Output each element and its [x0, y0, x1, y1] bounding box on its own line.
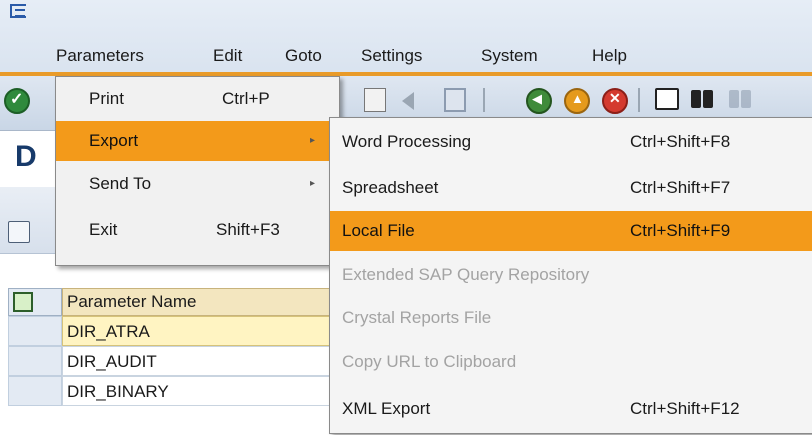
menu-item-spreadsheet[interactable]: Spreadsheet Ctrl+Shift+F7: [330, 168, 812, 208]
back-icon[interactable]: [526, 88, 552, 114]
menu-help[interactable]: Help: [592, 46, 627, 66]
collapse-arrow-icon[interactable]: [402, 92, 414, 110]
menu-item-shortcut: Shift+F3: [216, 220, 280, 239]
save-icon[interactable]: [444, 88, 466, 112]
menu-item-shortcut: Ctrl+Shift+F8: [630, 132, 731, 151]
menu-item-send-to[interactable]: Send To ▸: [56, 164, 339, 204]
print-icon[interactable]: [655, 88, 679, 110]
submenu-arrow-icon: ▸: [310, 135, 316, 146]
menu-item-label: Local File: [342, 221, 415, 240]
menu-item-copy-url-to-clipboard: Copy URL to Clipboard: [330, 342, 812, 382]
command-field-icon[interactable]: [364, 88, 386, 112]
parameters-menu: Print Ctrl+P Export ▸ Send To ▸ Exit Shi…: [55, 76, 340, 266]
menu-item-print[interactable]: Print Ctrl+P: [56, 79, 339, 119]
menu-item-label: Exit: [89, 220, 118, 239]
select-all-icon[interactable]: [13, 292, 33, 312]
row-selector[interactable]: [8, 346, 62, 376]
menu-item-extended-sap-query-repository: Extended SAP Query Repository: [330, 255, 812, 295]
menu-item-xml-export[interactable]: XML Export Ctrl+Shift+F12: [330, 389, 812, 429]
menu-settings[interactable]: Settings: [361, 46, 422, 66]
toolbar-separator: [483, 88, 485, 112]
menu-item-export[interactable]: Export ▸: [56, 121, 339, 161]
menu-item-label: Spreadsheet: [342, 178, 439, 197]
app-toolbar-button[interactable]: [8, 221, 30, 243]
row-selector[interactable]: [8, 376, 62, 406]
page-title: D: [15, 140, 37, 173]
menu-item-crystal-reports-file: Crystal Reports File: [330, 298, 812, 338]
column-header-parameter-name[interactable]: Parameter Name: [62, 288, 348, 316]
menu-item-shortcut: Ctrl+Shift+F7: [630, 178, 731, 197]
find-next-icon[interactable]: [728, 88, 754, 112]
cancel-icon[interactable]: [602, 88, 628, 114]
exit-icon[interactable]: [564, 88, 590, 114]
export-submenu: Word Processing Ctrl+Shift+F8 Spreadshee…: [329, 117, 812, 434]
row-selector[interactable]: [8, 316, 62, 346]
menu-item-label: Extended SAP Query Repository: [342, 265, 590, 284]
menu-item-shortcut: Ctrl+P: [222, 89, 270, 108]
menu-item-label: Print: [89, 89, 124, 108]
system-menu-icon[interactable]: [10, 4, 26, 18]
menu-item-label: Export: [89, 131, 139, 150]
menu-item-exit[interactable]: Exit Shift+F3: [56, 210, 339, 250]
menu-system[interactable]: System: [481, 46, 538, 66]
menu-item-label: XML Export: [342, 399, 431, 418]
menu-edit[interactable]: Edit: [213, 46, 242, 66]
enter-check-icon[interactable]: [4, 88, 30, 114]
menu-item-label: Word Processing: [342, 132, 472, 151]
table-row[interactable]: DIR_AUDIT: [62, 346, 348, 376]
find-icon[interactable]: [690, 88, 716, 112]
menu-item-label: Send To: [89, 174, 152, 193]
menu-item-shortcut: Ctrl+Shift+F9: [630, 221, 731, 240]
menu-item-label: Crystal Reports File: [342, 308, 492, 327]
menu-parameters[interactable]: Parameters: [56, 46, 144, 66]
table-row[interactable]: DIR_BINARY: [62, 376, 348, 406]
submenu-arrow-icon: ▸: [310, 178, 316, 189]
menu-item-local-file[interactable]: Local File Ctrl+Shift+F9: [330, 211, 812, 251]
table-row[interactable]: DIR_ATRA: [62, 316, 348, 346]
toolbar-separator: [638, 88, 640, 112]
menu-item-shortcut: Ctrl+Shift+F12: [630, 399, 740, 418]
menu-item-word-processing[interactable]: Word Processing Ctrl+Shift+F8: [330, 122, 812, 162]
menu-goto[interactable]: Goto: [285, 46, 322, 66]
menu-item-label: Copy URL to Clipboard: [342, 352, 517, 371]
